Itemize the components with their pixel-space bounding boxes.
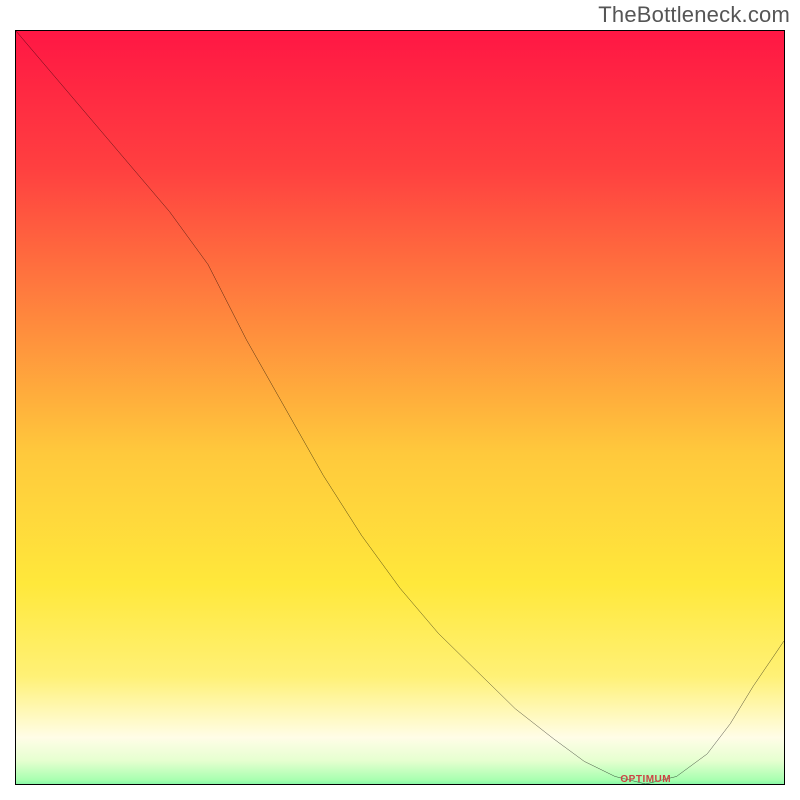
chart-container: TheBottleneck.com OPTIMUM: [0, 0, 800, 800]
optimum-marker-label: OPTIMUM: [620, 774, 671, 785]
bottleneck-curve: [16, 31, 784, 784]
watermark-text: TheBottleneck.com: [598, 2, 790, 28]
plot-area: OPTIMUM: [15, 30, 785, 785]
